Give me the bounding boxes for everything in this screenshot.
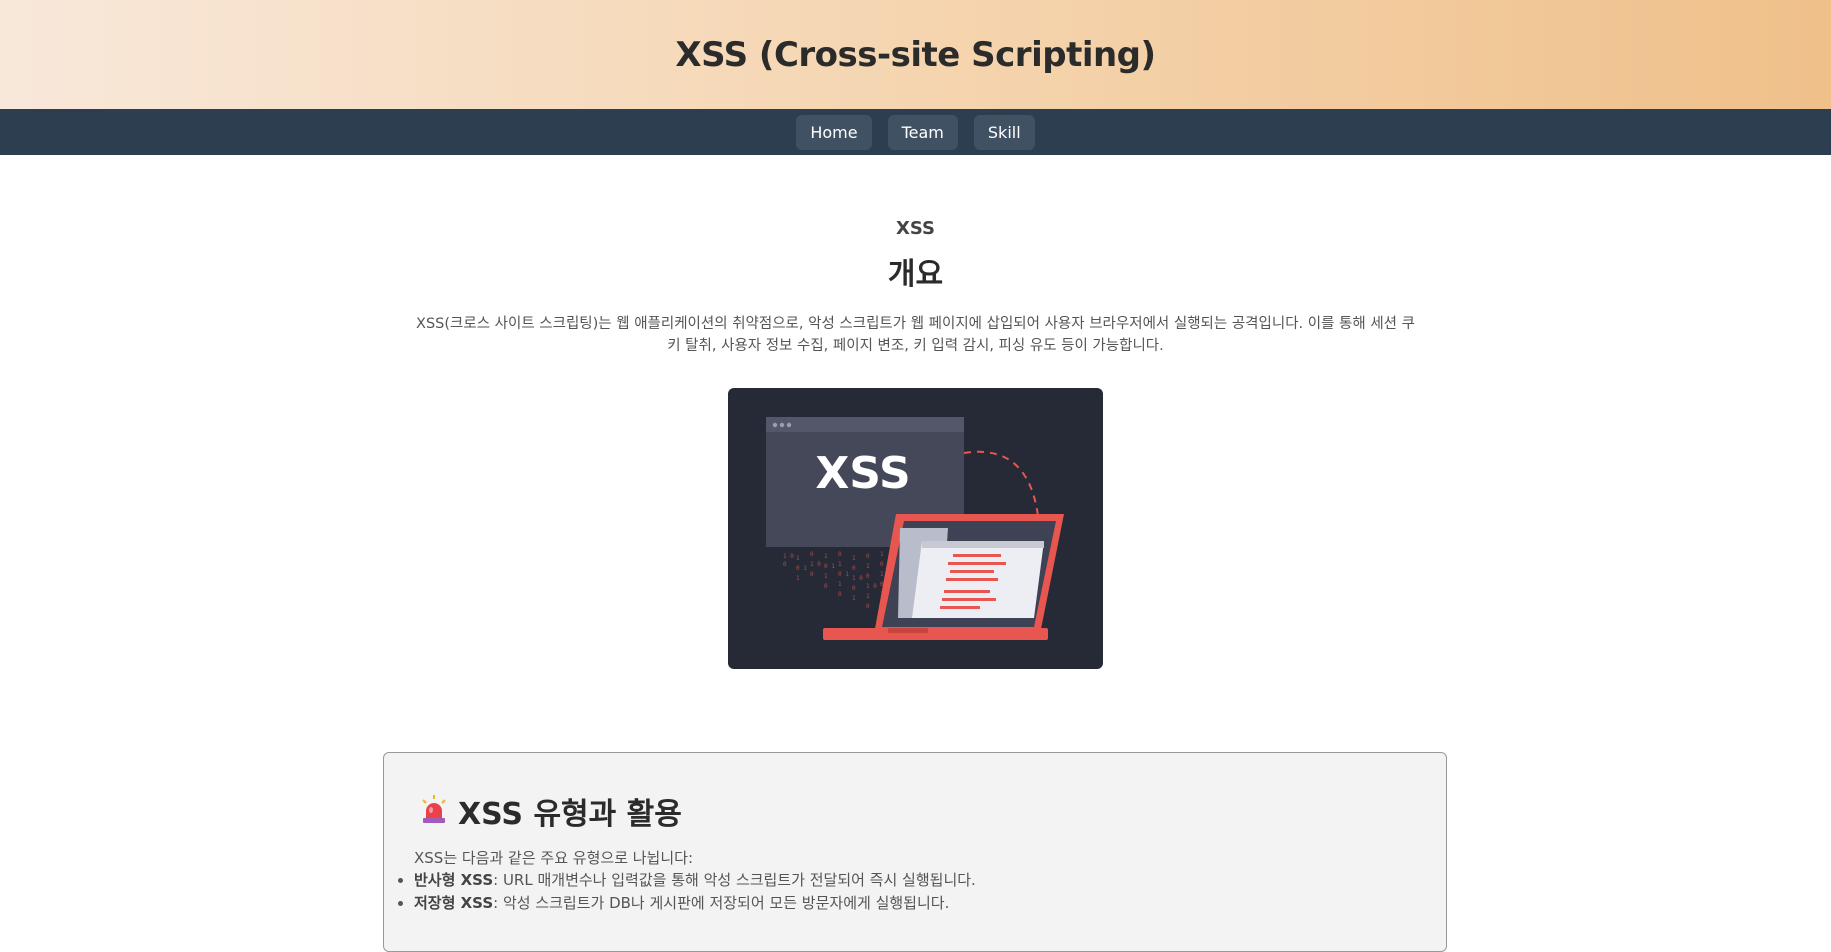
xss-types-card: XSS 유형과 활용 XSS는 다음과 같은 주요 유형으로 나뉩니다: 반사형… bbox=[383, 752, 1447, 952]
section-description: XSS(크로스 사이트 스크립팅)는 웹 애플리케이션의 취약점으로, 악성 스… bbox=[416, 316, 1415, 354]
page-header: XSS (Cross-site Scripting) bbox=[0, 0, 1831, 109]
list-item-term: 저장형 XSS bbox=[414, 894, 494, 912]
svg-text:1: 1 bbox=[796, 555, 800, 562]
svg-text:0 1: 0 1 bbox=[824, 563, 835, 570]
svg-text:1: 1 bbox=[838, 561, 842, 568]
svg-text:1: 1 bbox=[838, 581, 842, 588]
svg-text:1: 1 bbox=[824, 553, 828, 560]
svg-text:0: 0 bbox=[866, 603, 870, 610]
svg-text:1 0: 1 0 bbox=[783, 553, 794, 560]
svg-text:1 0: 1 0 bbox=[810, 561, 821, 568]
svg-text:1: 1 bbox=[824, 573, 828, 580]
svg-text:0: 0 bbox=[838, 551, 842, 558]
svg-text:0 1: 0 1 bbox=[838, 571, 849, 578]
svg-text:1: 1 bbox=[796, 575, 800, 582]
xss-illustration-svg: XSS 1 00 10 11 01 00 10 110 010 110 101 … bbox=[766, 417, 1064, 640]
svg-text:1 0: 1 0 bbox=[866, 583, 877, 590]
svg-text:1: 1 bbox=[866, 563, 870, 570]
svg-text:0: 0 bbox=[852, 565, 856, 572]
xss-illustration-label: XSS bbox=[815, 448, 910, 499]
list-item-text: : 악성 스크립트가 DB나 게시판에 저장되어 모든 방문자에게 실행됩니다. bbox=[493, 894, 950, 912]
svg-text:0: 0 bbox=[810, 571, 814, 578]
svg-text:0: 0 bbox=[852, 585, 856, 592]
section-heading: 개요 bbox=[887, 257, 944, 292]
nav-home-button[interactable]: Home bbox=[796, 114, 872, 150]
svg-text:1: 1 bbox=[852, 595, 856, 602]
svg-text:0: 0 bbox=[866, 573, 870, 580]
svg-text:1 0: 1 0 bbox=[852, 575, 863, 582]
svg-text:0: 0 bbox=[880, 561, 884, 568]
svg-text:0: 0 bbox=[824, 583, 828, 590]
xss-illustration: XSS 1 00 10 11 01 00 10 110 010 110 101 … bbox=[728, 388, 1103, 669]
xss-types-intro: XSS는 다음과 같은 주요 유형으로 나뉩니다: bbox=[414, 849, 694, 867]
svg-text:0 1: 0 1 bbox=[796, 565, 807, 572]
nav-team-button[interactable]: Team bbox=[887, 114, 958, 150]
svg-text:0: 0 bbox=[783, 561, 787, 568]
siren-icon bbox=[420, 794, 448, 828]
svg-text:1: 1 bbox=[880, 571, 884, 578]
svg-text:0: 0 bbox=[866, 553, 870, 560]
svg-text:1: 1 bbox=[880, 551, 884, 558]
list-item-text: : URL 매개변수나 입력값을 통해 악성 스크립트가 전달되어 즉시 실행됩… bbox=[493, 871, 976, 889]
page-title: XSS (Cross-site Scripting) bbox=[675, 34, 1156, 75]
list-item-term: 반사형 XSS bbox=[414, 871, 494, 889]
xss-types-title: XSS 유형과 활용 bbox=[420, 789, 682, 833]
svg-text:1: 1 bbox=[852, 555, 856, 562]
xss-types-heading: XSS 유형과 활용 bbox=[458, 797, 682, 832]
main-nav: Home Team Skill bbox=[0, 109, 1831, 155]
svg-text:1: 1 bbox=[866, 593, 870, 600]
svg-text:0: 0 bbox=[838, 591, 842, 598]
intro-section: XSS 개요 XSS(크로스 사이트 스크립팅)는 웹 애플리케이션의 취약점으… bbox=[0, 218, 1831, 357]
nav-skill-button[interactable]: Skill bbox=[973, 114, 1035, 150]
list-item: 반사형 XSS: URL 매개변수나 입력값을 통해 악성 스크립트가 전달되어… bbox=[414, 869, 976, 892]
section-overline: XSS bbox=[896, 218, 935, 239]
svg-text:0: 0 bbox=[810, 551, 814, 558]
xss-types-list: 반사형 XSS: URL 매개변수나 입력값을 통해 악성 스크립트가 전달되어… bbox=[396, 869, 976, 915]
